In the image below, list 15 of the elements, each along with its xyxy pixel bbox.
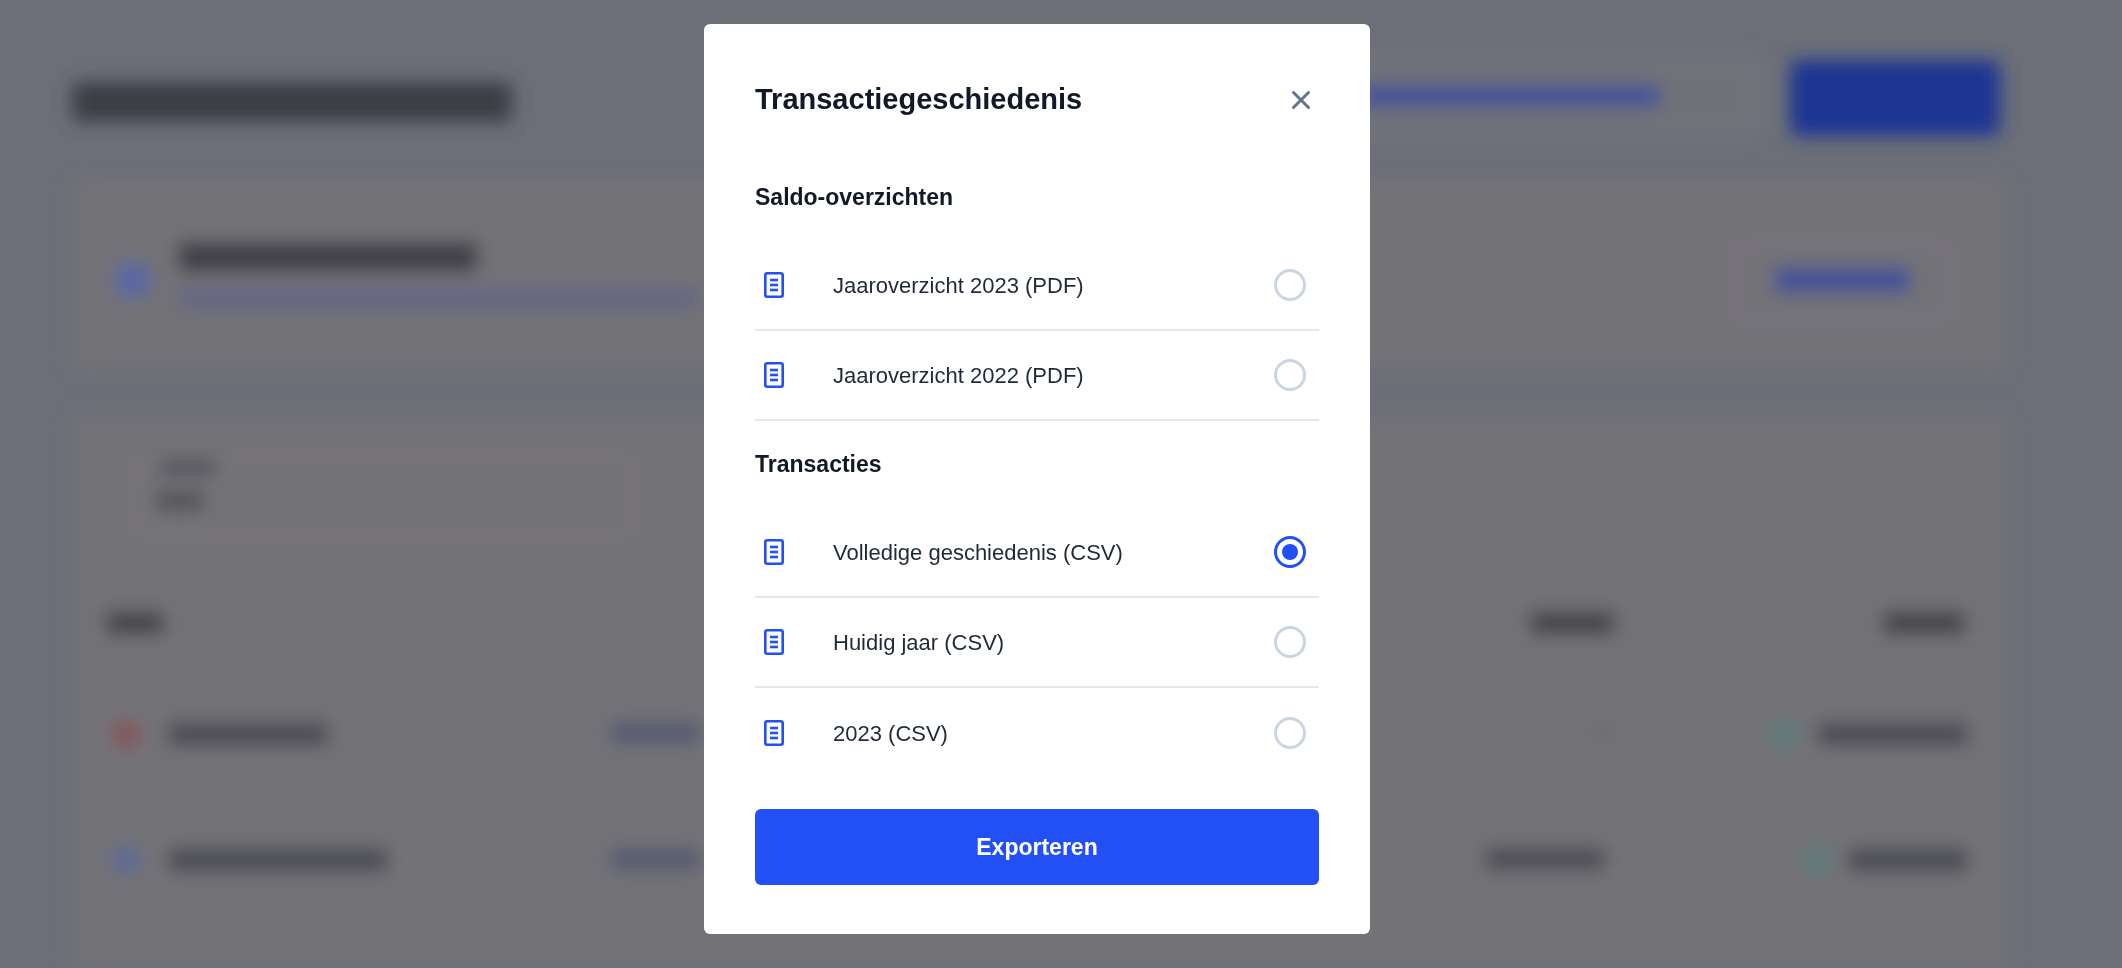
section-heading: Saldo-overzichten	[755, 183, 955, 212]
dialog-title: Transactiegeschiedenis	[755, 82, 1083, 118]
export-option[interactable]: Volledige geschiedenis (CSV)	[755, 508, 1319, 598]
document-icon	[764, 362, 784, 388]
export-option[interactable]: Huidig jaar (CSV)	[755, 598, 1319, 688]
export-option[interactable]: 2023 (CSV)	[755, 688, 1319, 778]
radio-button[interactable]	[1274, 536, 1306, 568]
export-button[interactable]: Exporteren	[755, 809, 1319, 885]
export-option[interactable]: Jaaroverzicht 2023 (PDF)	[755, 241, 1319, 331]
section-heading: Transacties	[755, 450, 883, 479]
document-icon	[764, 720, 784, 746]
document-icon	[764, 272, 784, 298]
document-icon	[764, 629, 784, 655]
export-option[interactable]: Jaaroverzicht 2022 (PDF)	[755, 331, 1319, 421]
document-icon	[764, 539, 784, 565]
